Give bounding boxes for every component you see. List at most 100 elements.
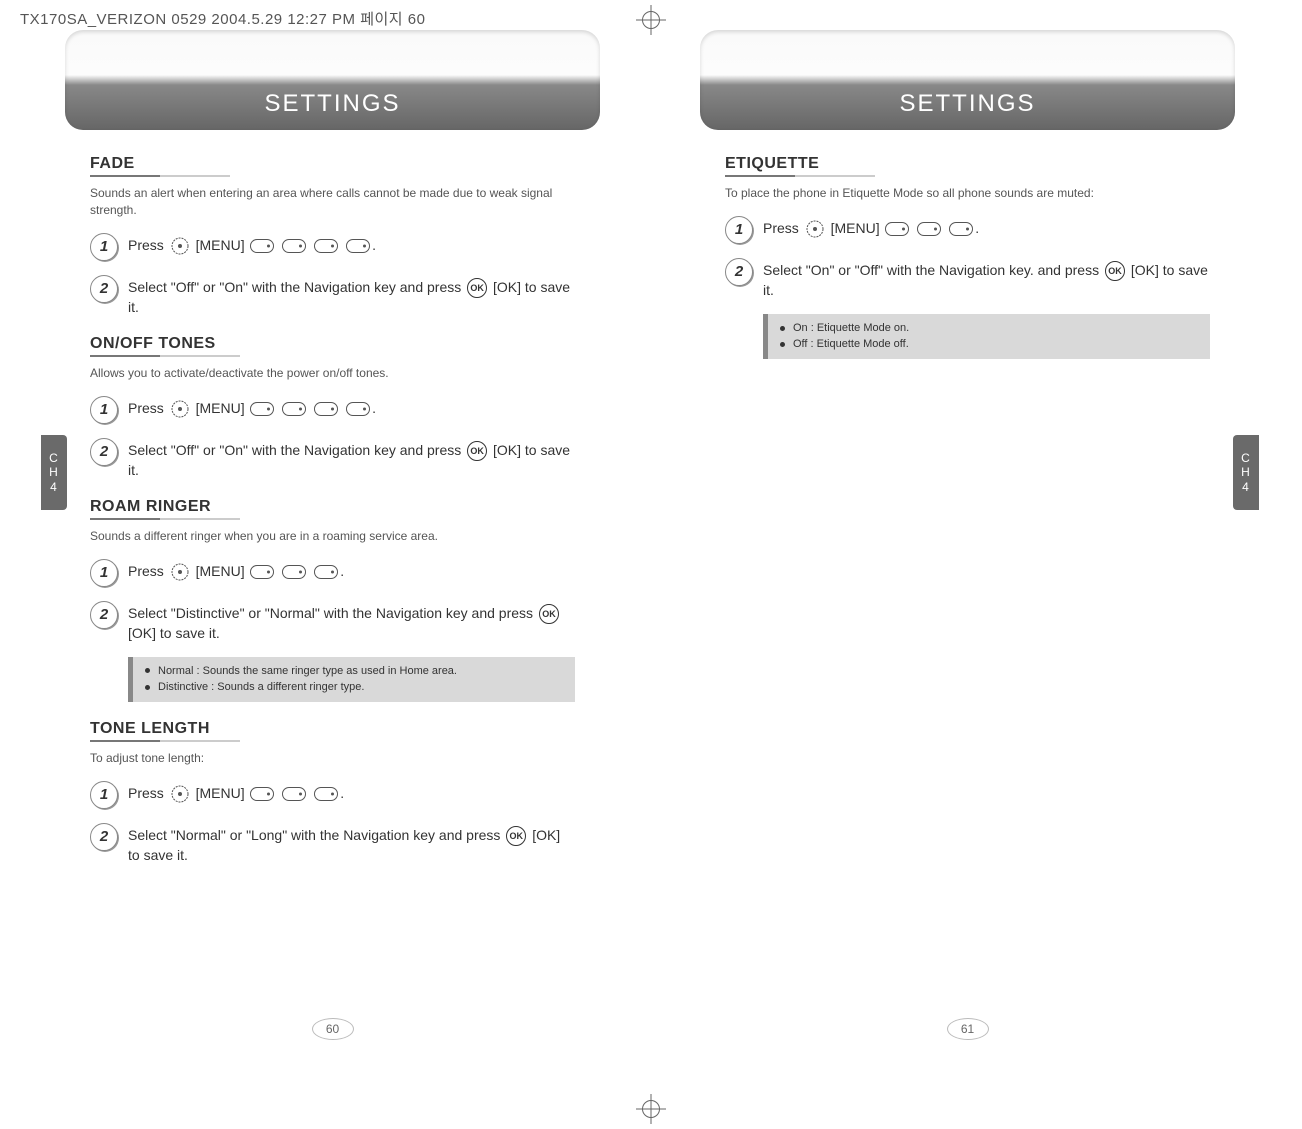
section-heading: ON/OFF TONES [90, 335, 575, 353]
key-icon [314, 239, 338, 253]
bullet-icon [780, 342, 785, 347]
left-page: C H 4 SETTINGS FADE Sounds an alert when… [55, 30, 610, 1050]
nav-key-icon [805, 219, 825, 239]
step-number-badge: 1 [90, 559, 118, 587]
section-desc: Sounds a different ringer when you are i… [90, 528, 575, 545]
section-desc: To place the phone in Etiquette Mode so … [725, 185, 1210, 202]
chapter-number: 4 [1242, 480, 1250, 494]
step-text: Press [MENU] . [128, 781, 344, 804]
bullet-icon [780, 326, 785, 331]
rule-icon [90, 518, 240, 520]
page-number: 60 [312, 1018, 354, 1040]
rule-icon [90, 175, 230, 177]
ok-key-icon: OK [467, 278, 487, 298]
key-icon [314, 402, 338, 416]
key-icon [250, 402, 274, 416]
page-title: SETTINGS [264, 90, 400, 118]
step-number-badge: 2 [90, 275, 118, 303]
page-title: SETTINGS [899, 90, 1035, 118]
chapter-tab: C H 4 [1233, 435, 1259, 510]
right-page: C H 4 SETTINGS ETIQUETTE To place the ph… [690, 30, 1245, 1050]
key-icon [250, 787, 274, 801]
rule-icon [90, 740, 240, 742]
page-number: 61 [947, 1018, 989, 1040]
key-icon [949, 222, 973, 236]
step: 2 Select "Off" or "On" with the Navigati… [90, 438, 575, 480]
step: 1 Press [MENU] . [90, 233, 575, 261]
rule-icon [725, 175, 875, 177]
step: 2 Select "On" or "Off" with the Navigati… [725, 258, 1210, 300]
ok-key-icon: OK [506, 826, 526, 846]
key-icon [282, 565, 306, 579]
step: 1 Press [MENU] . [725, 216, 1210, 244]
section-fade: FADE Sounds an alert when entering an ar… [90, 155, 575, 317]
file-header-text: TX170SA_VERIZON 0529 2004.5.29 12:27 PM … [20, 8, 425, 29]
note-line: Distinctive : Sounds a different ringer … [158, 681, 364, 693]
step-text: Select "Off" or "On" with the Navigation… [128, 275, 575, 317]
page-spread: C H 4 SETTINGS FADE Sounds an alert when… [55, 30, 1245, 1050]
step-text: Press [MENU] . [763, 216, 979, 239]
chapter-letter: C [1241, 451, 1251, 465]
nav-key-icon [170, 236, 190, 256]
ok-key-icon: OK [1105, 261, 1125, 281]
section-onoff-tones: ON/OFF TONES Allows you to activate/deac… [90, 335, 575, 480]
section-heading: ROAM RINGER [90, 498, 575, 516]
step-number-badge: 2 [90, 823, 118, 851]
step-text: Press [MENU] . [128, 559, 344, 582]
key-icon [346, 239, 370, 253]
chapter-letter: H [1241, 465, 1251, 479]
step-text: Select "Distinctive" or "Normal" with th… [128, 601, 575, 643]
key-icon [346, 402, 370, 416]
page-header: SETTINGS [700, 30, 1235, 130]
step-text: Press [MENU] . [128, 396, 376, 419]
key-icon [314, 565, 338, 579]
step-number-badge: 2 [90, 601, 118, 629]
step-number-badge: 1 [90, 233, 118, 261]
section-tone-length: TONE LENGTH To adjust tone length: 1 Pre… [90, 720, 575, 865]
step: 2 Select "Distinctive" or "Normal" with … [90, 601, 575, 643]
step-text: Select "Normal" or "Long" with the Navig… [128, 823, 575, 865]
key-icon [282, 402, 306, 416]
key-icon [282, 787, 306, 801]
step: 1 Press [MENU] . [90, 559, 575, 587]
key-icon [250, 565, 274, 579]
section-roam-ringer: ROAM RINGER Sounds a different ringer wh… [90, 498, 575, 702]
key-icon [282, 239, 306, 253]
section-desc: Allows you to activate/deactivate the po… [90, 365, 575, 382]
step-number-badge: 2 [725, 258, 753, 286]
chapter-letter: H [49, 465, 59, 479]
step-number-badge: 1 [90, 396, 118, 424]
section-etiquette: ETIQUETTE To place the phone in Etiquett… [725, 155, 1210, 359]
bullet-icon [145, 668, 150, 673]
note-line: Off : Etiquette Mode off. [793, 338, 909, 350]
key-icon [314, 787, 338, 801]
note-line: On : Etiquette Mode on. [793, 322, 909, 334]
section-heading: TONE LENGTH [90, 720, 575, 738]
section-desc: Sounds an alert when entering an area wh… [90, 185, 575, 219]
key-icon [250, 239, 274, 253]
nav-key-icon [170, 399, 190, 419]
chapter-letter: C [49, 451, 59, 465]
section-desc: To adjust tone length: [90, 750, 575, 767]
step-text: Select "On" or "Off" with the Navigation… [763, 258, 1210, 300]
section-heading: FADE [90, 155, 575, 173]
step-number-badge: 1 [90, 781, 118, 809]
section-heading: ETIQUETTE [725, 155, 1210, 173]
note-box: Normal : Sounds the same ringer type as … [128, 657, 575, 702]
chapter-number: 4 [50, 480, 58, 494]
key-icon [917, 222, 941, 236]
bullet-icon [145, 685, 150, 690]
step: 2 Select "Off" or "On" with the Navigati… [90, 275, 575, 317]
chapter-tab: C H 4 [41, 435, 67, 510]
note-line: Normal : Sounds the same ringer type as … [158, 665, 457, 677]
step: 2 Select "Normal" or "Long" with the Nav… [90, 823, 575, 865]
note-box: On : Etiquette Mode on. Off : Etiquette … [763, 314, 1210, 359]
crop-mark-icon [631, 1089, 671, 1129]
nav-key-icon [170, 784, 190, 804]
ok-key-icon: OK [467, 441, 487, 461]
step: 1 Press [MENU] . [90, 781, 575, 809]
step-number-badge: 1 [725, 216, 753, 244]
page-header: SETTINGS [65, 30, 600, 130]
step-number-badge: 2 [90, 438, 118, 466]
step: 1 Press [MENU] . [90, 396, 575, 424]
